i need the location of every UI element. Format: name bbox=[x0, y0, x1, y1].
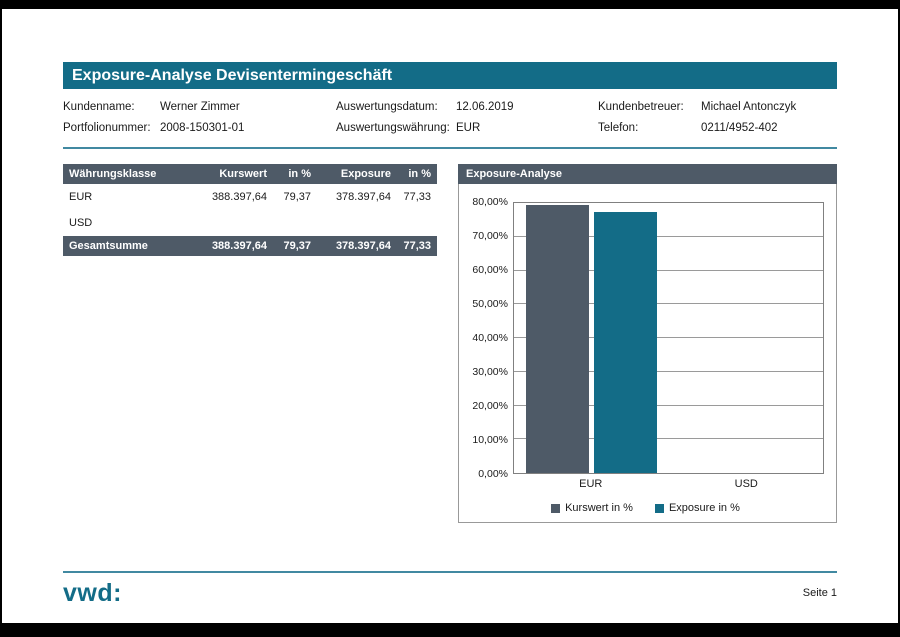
report-frame: Exposure-Analyse Devisentermingeschäft K… bbox=[0, 0, 900, 637]
total-exposure: 378.397,64 bbox=[317, 236, 397, 256]
cell-currency: USD bbox=[63, 210, 181, 236]
meta-value-portfolionummer: 2008-150301-01 bbox=[160, 122, 336, 134]
meta-value-auswertungswaehrung: EUR bbox=[456, 122, 598, 134]
meta-label-kundenname: Kundenname: bbox=[63, 101, 160, 113]
chart-y-axis: 0,00%10,00%20,00%30,00%40,00%50,00%60,00… bbox=[467, 202, 513, 474]
meta-value-kundenbetreuer: Michael Antonczyk bbox=[701, 101, 837, 113]
total-kurswert-pct: 79,37 bbox=[273, 236, 317, 256]
y-tick-label: 20,00% bbox=[472, 400, 508, 412]
cell-exposure: 378.397,64 bbox=[317, 184, 397, 210]
cell-kurswert bbox=[181, 210, 273, 236]
y-tick-label: 40,00% bbox=[472, 332, 508, 344]
meta-section: Kundenname: Werner Zimmer Auswertungsdat… bbox=[63, 101, 837, 134]
meta-value-auswertungsdatum: 12.06.2019 bbox=[456, 101, 598, 113]
report-page: Exposure-Analyse Devisentermingeschäft K… bbox=[2, 9, 898, 623]
legend-item: Kurswert in % bbox=[551, 502, 633, 514]
table-row: USD bbox=[63, 210, 437, 236]
vwd-logo: vwd: bbox=[63, 580, 122, 606]
total-exposure-pct: 77,33 bbox=[397, 236, 437, 256]
col-header-exposure: Exposure bbox=[317, 164, 397, 184]
total-label: Gesamtsumme bbox=[63, 236, 181, 256]
chart-plot-area bbox=[513, 202, 824, 474]
page-footer: vwd: Seite 1 bbox=[63, 580, 837, 606]
bar-group-usd bbox=[669, 203, 824, 473]
y-tick-label: 70,00% bbox=[472, 230, 508, 242]
col-header-kurswert: Kurswert bbox=[181, 164, 273, 184]
total-kurswert: 388.397,64 bbox=[181, 236, 273, 256]
chart-panel: Exposure-Analyse 0,00% 10,00% 20,00% 30,00%… bbox=[458, 164, 837, 523]
y-tick-label: 80,00% bbox=[472, 196, 508, 208]
cell-exposure-pct bbox=[397, 210, 437, 236]
meta-value-kundenname: Werner Zimmer bbox=[160, 101, 336, 113]
bar bbox=[594, 212, 657, 473]
y-tick-label: 50,00% bbox=[472, 298, 508, 310]
cell-kurswert: 388.397,64 bbox=[181, 184, 273, 210]
cell-currency: EUR bbox=[63, 184, 181, 210]
bar-group-eur bbox=[514, 203, 669, 473]
table-total-row: Gesamtsumme 388.397,64 79,37 378.397,64 … bbox=[63, 236, 437, 256]
chart-legend: Kurswert in % Exposure in % bbox=[467, 502, 824, 514]
y-tick-label: 60,00% bbox=[472, 264, 508, 276]
exposure-table: Währungsklasse Kurswert in % Exposure in… bbox=[63, 164, 437, 256]
cell-exposure-pct: 77,33 bbox=[397, 184, 437, 210]
legend-swatch bbox=[551, 504, 560, 513]
chart-body: 0,00% 10,00% 20,00% 30,00% 40,00% 50,00% 60,00… bbox=[458, 184, 837, 523]
cell-kurswert-pct: 79,37 bbox=[273, 184, 317, 210]
y-tick-label: 0,00% bbox=[478, 468, 508, 480]
x-tick-label: USD bbox=[669, 478, 825, 490]
chart-panel-title: Exposure-Analyse bbox=[458, 164, 837, 184]
cell-kurswert-pct bbox=[273, 210, 317, 236]
page-number: Seite 1 bbox=[803, 587, 837, 599]
y-tick-label: 30,00% bbox=[472, 366, 508, 378]
meta-label-telefon: Telefon: bbox=[598, 122, 701, 134]
meta-label-kundenbetreuer: Kundenbetreuer: bbox=[598, 101, 701, 113]
meta-label-auswertungswaehrung: Auswertungswährung: bbox=[336, 122, 456, 134]
header-divider bbox=[63, 147, 837, 149]
table-row: EUR 388.397,64 79,37 378.397,64 77,33 bbox=[63, 184, 437, 210]
meta-label-portfolionummer: Portfolionummer: bbox=[63, 122, 160, 134]
y-tick-label: 10,00% bbox=[472, 434, 508, 446]
legend-swatch bbox=[655, 504, 664, 513]
meta-label-auswertungsdatum: Auswertungsdatum: bbox=[336, 101, 456, 113]
cell-exposure bbox=[317, 210, 397, 236]
legend-label: Exposure in % bbox=[669, 502, 740, 514]
meta-value-telefon: 0211/4952-402 bbox=[701, 122, 837, 134]
legend-label: Kurswert in % bbox=[565, 502, 633, 514]
legend-item: Exposure in % bbox=[655, 502, 740, 514]
col-header-kurswert-pct: in % bbox=[273, 164, 317, 184]
bar bbox=[526, 205, 589, 473]
footer-divider bbox=[63, 571, 837, 573]
col-header-exposure-pct: in % bbox=[397, 164, 437, 184]
col-header-waehrungsklasse: Währungsklasse bbox=[63, 164, 181, 184]
table-header-row: Währungsklasse Kurswert in % Exposure in… bbox=[63, 164, 437, 184]
report-title: Exposure-Analyse Devisentermingeschäft bbox=[63, 62, 837, 89]
x-tick-label: EUR bbox=[513, 478, 669, 490]
chart-x-axis: EURUSD bbox=[513, 474, 824, 490]
